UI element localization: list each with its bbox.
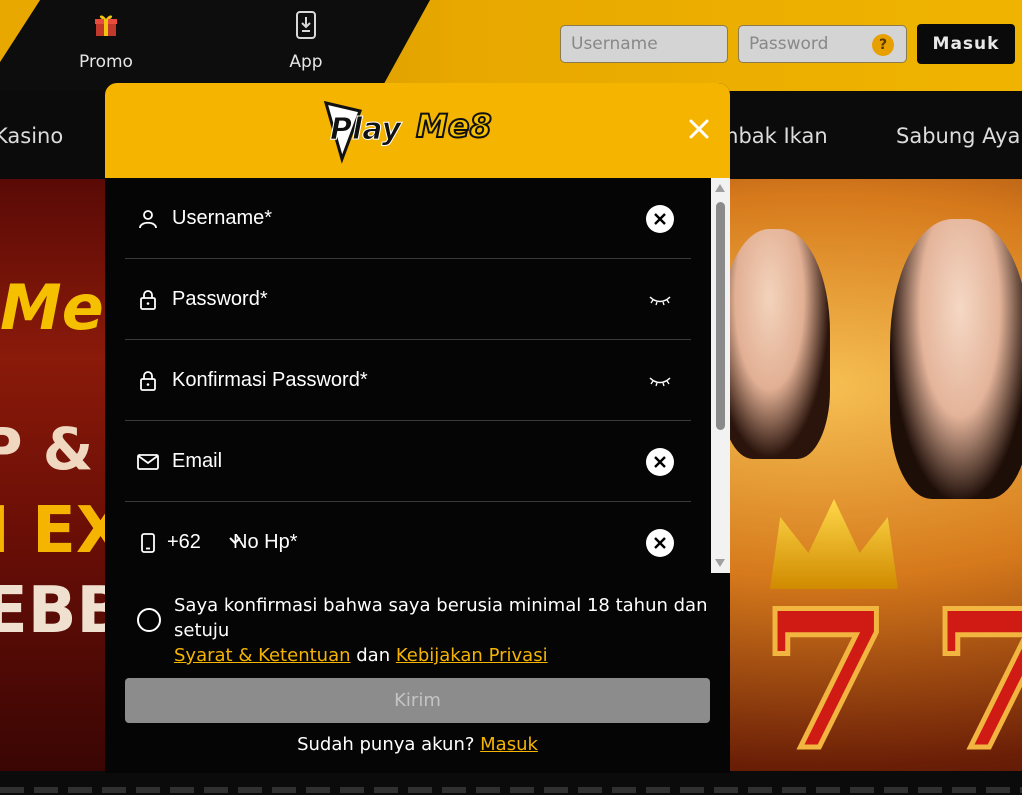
banner-brand-text: Me: [0, 271, 104, 344]
banner-seven-1: 7: [757, 567, 894, 772]
submit-button[interactable]: Kirim: [125, 678, 710, 723]
password-placeholder: Password*: [172, 288, 268, 310]
confirm-password-placeholder: Konfirmasi Password*: [172, 369, 368, 391]
modal-header: Play Me8: [105, 83, 730, 178]
country-code-select[interactable]: +62: [167, 502, 201, 573]
header-password-placeholder: Password: [749, 34, 829, 54]
already-have-account: Sudah punya akun? Masuk: [105, 734, 730, 755]
scroll-down-arrow-icon[interactable]: [715, 559, 725, 567]
header-username-input[interactable]: Username: [560, 25, 728, 63]
age-terms-agreement: Saya konfirmasi bahwa saya berusia minim…: [137, 593, 708, 666]
banner-seven-2: 7: [927, 567, 1022, 772]
privacy-link[interactable]: Kebijakan Privasi: [396, 645, 548, 666]
agree-radio[interactable]: [137, 608, 161, 632]
registration-page: Promo App Username Password ? Masuk Kasi…: [0, 0, 1022, 795]
password-help-icon[interactable]: ?: [872, 34, 894, 56]
nav-app-label: App: [289, 52, 323, 72]
category-sabung-ayam[interactable]: Sabung Ayam: [896, 124, 1022, 148]
gift-icon: [91, 10, 121, 40]
login-link[interactable]: Masuk: [480, 734, 538, 755]
category-kasino[interactable]: Kasino: [0, 124, 63, 148]
terms-link[interactable]: Syarat & Ketentuan: [174, 645, 351, 666]
email-placeholder: Email: [172, 450, 223, 472]
logo-me8-text: Me8: [416, 107, 492, 145]
close-icon[interactable]: [687, 117, 711, 141]
header-nav-panel: [0, 0, 430, 91]
register-form: Username* Password* Konfirmasi Password*…: [105, 178, 730, 573]
category-tembak-ikan[interactable]: mbak Ikan: [718, 124, 828, 148]
clear-phone-icon[interactable]: [646, 529, 674, 557]
phone-placeholder: No Hp*: [233, 531, 298, 553]
footer-text-blur: [0, 787, 1022, 793]
logo-play-text: Play: [330, 112, 403, 147]
banner-model-left: [720, 229, 830, 459]
lock-icon: [137, 340, 159, 421]
header-login-button[interactable]: Masuk: [917, 24, 1015, 64]
form-scrollbar[interactable]: [711, 178, 730, 573]
agreement-prefix: Saya konfirmasi bahwa saya berusia minim…: [174, 595, 708, 641]
scroll-thumb[interactable]: [716, 202, 725, 430]
playme8-logo: Play Me8: [323, 100, 493, 164]
phone-field[interactable]: +62 No Hp*: [125, 502, 691, 573]
nav-app[interactable]: App: [276, 10, 336, 72]
nav-promo-label: Promo: [79, 52, 133, 72]
user-icon: [137, 178, 159, 259]
mobile-phone-icon: [137, 502, 159, 573]
top-header: Promo App Username Password ? Masuk: [0, 0, 1022, 91]
password-field[interactable]: Password*: [125, 259, 691, 340]
mobile-download-icon: [291, 10, 321, 40]
username-field[interactable]: Username*: [125, 178, 691, 259]
envelope-icon: [137, 421, 159, 502]
register-modal: Play Me8 Username* Password* Konfirmasi …: [105, 83, 730, 773]
email-field[interactable]: Email: [125, 421, 691, 502]
scroll-up-arrow-icon[interactable]: [715, 184, 725, 192]
header-password-input[interactable]: Password ?: [738, 25, 907, 63]
confirm-password-field[interactable]: Konfirmasi Password*: [125, 340, 691, 421]
clear-username-icon[interactable]: [646, 205, 674, 233]
footer-strip: [0, 771, 1022, 795]
username-placeholder: Username*: [172, 207, 273, 229]
clear-email-icon[interactable]: [646, 448, 674, 476]
eye-closed-icon[interactable]: [647, 289, 673, 309]
nav-promo[interactable]: Promo: [76, 10, 136, 72]
eye-closed-icon[interactable]: [647, 370, 673, 390]
banner-model-right: [890, 219, 1022, 499]
agreement-text: Saya konfirmasi bahwa saya berusia minim…: [174, 593, 714, 668]
header-username-placeholder: Username: [571, 34, 658, 54]
agreement-and: dan: [356, 645, 391, 666]
lock-icon: [137, 259, 159, 340]
already-text: Sudah punya akun?: [297, 734, 475, 755]
